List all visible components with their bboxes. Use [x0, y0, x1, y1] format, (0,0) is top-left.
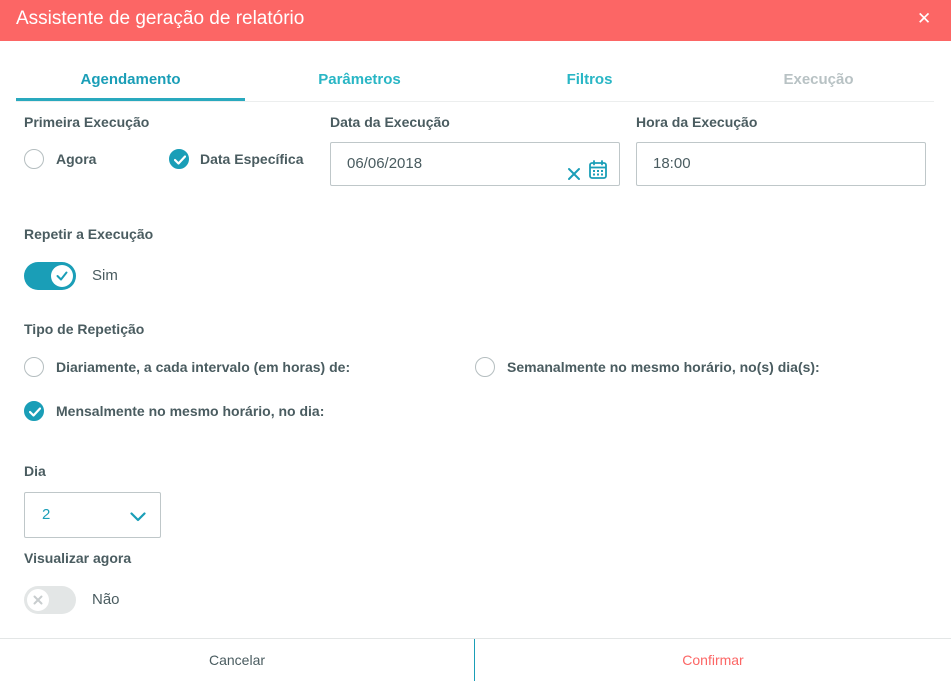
radio-data-especifica-label: Data Específica: [200, 151, 304, 167]
hora-execucao-input[interactable]: 18:00: [636, 142, 926, 186]
radio-data-especifica[interactable]: [169, 149, 189, 169]
radio-mensalmente-label: Mensalmente no mesmo horário, no dia:: [56, 403, 325, 419]
dia-select-value: 2: [42, 506, 51, 523]
radio-agora-label: Agora: [56, 151, 97, 167]
radio-mensalmente[interactable]: [24, 401, 44, 421]
dialog-header: Assistente de geração de relatório ✕: [0, 0, 951, 41]
hora-execucao-value: 18:00: [653, 155, 691, 172]
tipo-repeticao-label: Tipo de Repetição: [24, 321, 145, 337]
toggle-knob: [51, 265, 73, 287]
repetir-toggle[interactable]: [24, 262, 76, 290]
dialog-footer: Cancelar Confirmar: [0, 638, 951, 681]
visualizar-label: Visualizar agora: [24, 550, 132, 566]
dia-select[interactable]: 2: [24, 492, 161, 538]
tab-execucao: Execução: [783, 71, 854, 88]
close-icon[interactable]: ✕: [917, 10, 931, 28]
radio-agora[interactable]: [24, 149, 44, 169]
clear-icon[interactable]: [567, 156, 581, 198]
radio-diariamente-label: Diariamente, a cada intervalo (em horas)…: [56, 359, 351, 375]
calendar-icon[interactable]: [589, 154, 607, 196]
data-execucao-label: Data da Execução: [330, 114, 450, 130]
visualizar-toggle[interactable]: [24, 586, 76, 614]
visualizar-value-label: Não: [92, 591, 120, 608]
wizard-tabs: Agendamento Parâmetros Filtros Execução: [16, 60, 934, 102]
check-icon: [56, 271, 68, 281]
hora-execucao-label: Hora da Execução: [636, 114, 758, 130]
cancel-button[interactable]: Cancelar: [0, 639, 474, 681]
tab-filtros[interactable]: Filtros: [475, 60, 704, 101]
data-execucao-value: 06/06/2018: [347, 155, 423, 172]
radio-semanalmente[interactable]: [475, 357, 495, 377]
x-icon: [33, 595, 43, 605]
check-icon: [174, 155, 186, 165]
tab-parametros[interactable]: Parâmetros: [245, 60, 474, 101]
tab-agendamento[interactable]: Agendamento: [16, 60, 245, 101]
check-icon: [29, 407, 41, 417]
repetir-value-label: Sim: [92, 267, 118, 284]
primeira-execucao-label: Primeira Execução: [24, 114, 150, 130]
radio-diariamente[interactable]: [24, 357, 44, 377]
report-wizard-dialog: Assistente de geração de relatório ✕ Age…: [0, 0, 951, 681]
dia-label: Dia: [24, 463, 46, 479]
radio-semanalmente-label: Semanalmente no mesmo horário, no(s) dia…: [507, 359, 820, 375]
dialog-title: Assistente de geração de relatório: [16, 8, 305, 29]
data-execucao-input[interactable]: 06/06/2018: [330, 142, 620, 186]
repetir-label: Repetir a Execução: [24, 226, 154, 242]
chevron-down-icon: [130, 509, 146, 527]
toggle-knob: [27, 589, 49, 611]
confirm-button[interactable]: Confirmar: [475, 639, 951, 681]
